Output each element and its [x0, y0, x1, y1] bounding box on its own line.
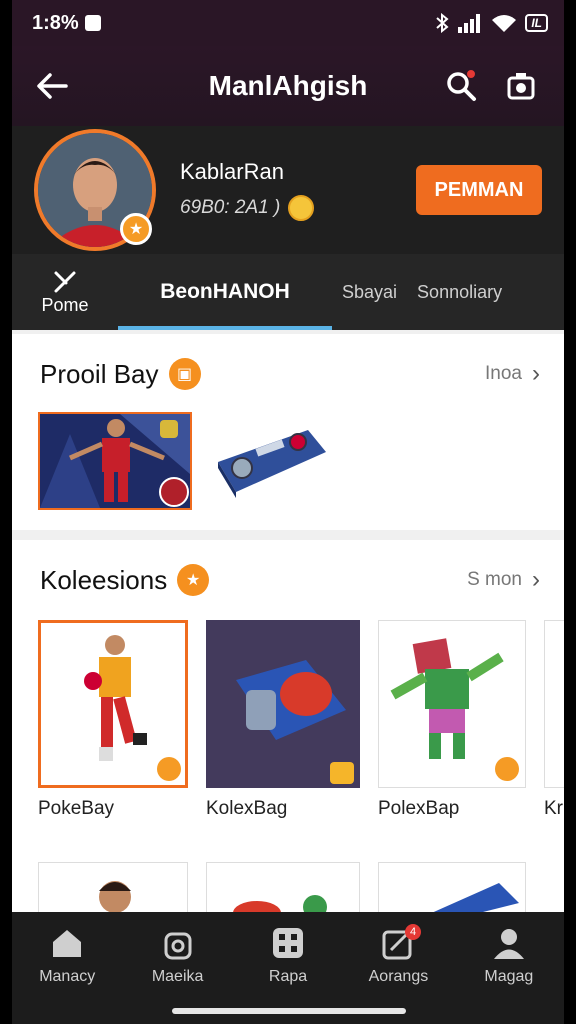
nav-item-5-label: Magag: [484, 968, 534, 985]
person-icon: [493, 929, 524, 959]
device-thumb[interactable]: [212, 422, 332, 502]
blaster-image: [206, 620, 360, 788]
bag-icon: [164, 932, 192, 960]
grid-icon: [273, 928, 304, 958]
collection-item-1-label: PokeBay: [38, 798, 115, 819]
home-indicator[interactable]: [172, 1008, 406, 1014]
nav-badge: 4: [405, 924, 422, 940]
avatar[interactable]: ★: [34, 129, 156, 251]
collection-item-2[interactable]: [206, 620, 360, 788]
profile-bag-see-more[interactable]: Inoa ›: [485, 360, 540, 388]
search-button[interactable]: [440, 65, 482, 107]
chevron-right-icon: ›: [532, 360, 540, 387]
device-image: [218, 430, 326, 498]
crossed-tools-icon: [54, 271, 76, 292]
tab-fourth-label: Sonnoliary: [417, 281, 503, 302]
notification-icon: [84, 15, 101, 31]
nav-item-4-label: Aorangs: [368, 968, 429, 985]
star-icon: ★: [177, 564, 210, 596]
coin-icon: [288, 195, 315, 221]
bag-badge-icon: ▣: [168, 358, 201, 390]
content-area: Prooil Bay ▣ Inoa › Koleesions ★ S mon ›…: [12, 330, 564, 922]
nav-item-1-label: Manacy: [39, 968, 96, 985]
collection-item-4[interactable]: [544, 620, 564, 788]
star-badge-icon: ★: [120, 213, 152, 245]
home-icon: [53, 930, 82, 957]
search-notification-dot: [466, 69, 476, 79]
top-app-bar: ManlAhgish: [12, 46, 564, 126]
collections-see-more[interactable]: S mon ›: [467, 566, 540, 594]
bluetooth-icon: [436, 13, 449, 33]
collection-item-3[interactable]: [378, 620, 526, 788]
tab-third-label: Sbayai: [342, 281, 398, 302]
signal-icon: [458, 14, 481, 33]
chevron-right-icon: ›: [532, 566, 540, 593]
tab-active[interactable]: BeonHANOH: [118, 254, 332, 330]
football-player-image: [84, 635, 181, 781]
profile-stats: 69B0: 2A1 ): [180, 197, 281, 218]
player-card-thumb[interactable]: [38, 412, 192, 510]
profile-bag-section: Prooil Bay ▣ Inoa ›: [12, 334, 564, 530]
status-time: 1:8%: [32, 11, 79, 34]
collection-item-2-label: KolexBag: [206, 798, 288, 819]
profile-bag-more-label: Inoa: [485, 363, 522, 384]
nav-item-3-label: Rapa: [268, 968, 308, 985]
premium-button[interactable]: PEMMAN: [416, 165, 542, 215]
collections-section: Koleesions ★ S mon › PokeBay KolexBag Po…: [12, 540, 564, 922]
nav-item-1[interactable]: Manacy: [12, 926, 122, 1024]
profile-bag-title: Prooil Bay: [40, 358, 159, 389]
wifi-icon: [492, 15, 517, 32]
back-button[interactable]: [12, 46, 92, 126]
collection-item-1[interactable]: [38, 620, 188, 788]
collections-more-label: S mon: [467, 569, 522, 590]
nav-item-2-label: Maeika: [151, 968, 204, 985]
camera-icon: [507, 73, 535, 100]
robot-figure-image: [390, 638, 519, 781]
tab-home[interactable]: Pome: [12, 269, 118, 316]
collection-item-4-label: Kr: [544, 798, 563, 819]
collection-item-3-label: PolexBap: [378, 798, 460, 819]
tab-home-label: Pome: [41, 294, 89, 315]
tab-fourth[interactable]: Sonnoliary: [407, 254, 512, 330]
nav-item-5[interactable]: Magag: [454, 926, 564, 1024]
app-frame: 1:8% IL ManlAhgish ★ KablarRan 69B0: 2A1…: [12, 0, 564, 1024]
tab-active-label: BeonHANOH: [160, 280, 290, 303]
tab-third[interactable]: Sbayai: [332, 254, 407, 330]
camera-button[interactable]: [500, 65, 542, 107]
collections-title: Koleesions: [40, 564, 168, 595]
tab-bar: Pome BeonHANOH Sbayai Sonnoliary: [12, 254, 564, 330]
player-card-image: [40, 414, 190, 508]
profile-name: KablarRan: [180, 159, 284, 184]
status-bar: 1:8% IL: [12, 0, 564, 46]
arrow-left-icon: [37, 73, 68, 99]
profile-header: ★ KablarRan 69B0: 2A1 ) PEMMAN: [12, 126, 564, 254]
battery-icon: IL: [525, 14, 548, 32]
